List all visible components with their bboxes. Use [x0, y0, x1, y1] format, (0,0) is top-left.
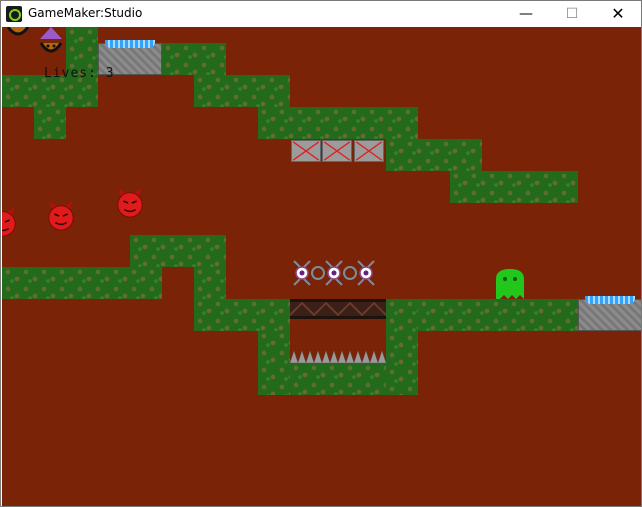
- wizard-player-icon: [39, 27, 63, 53]
- minimize-button[interactable]: —: [503, 1, 549, 27]
- grass-block: [194, 75, 290, 107]
- close-button[interactable]: ✕: [595, 1, 641, 27]
- grass-block: [386, 299, 418, 395]
- player-life-icon: [6, 27, 30, 36]
- grass-block: [2, 267, 162, 299]
- maximize-button[interactable]: ☐: [549, 1, 595, 27]
- gamemaker-app-icon: [6, 6, 22, 22]
- grass-block: [34, 107, 66, 139]
- crate-block: [291, 140, 321, 162]
- red-devil-enemy: [117, 188, 143, 218]
- game-canvas[interactable]: Lives: 3: [2, 27, 641, 506]
- close-icon: ✕: [611, 4, 625, 23]
- grass-block: [194, 267, 226, 299]
- window-title: GameMaker:Studio: [28, 6, 143, 20]
- grass-block: [258, 331, 290, 395]
- crate-x-icon: [323, 141, 351, 161]
- bridge-truss-icon: [290, 302, 386, 316]
- crate-block: [322, 140, 352, 162]
- grass-block: [130, 235, 226, 267]
- title-bar[interactable]: GameMaker:Studio — ☐ ✕: [1, 1, 641, 27]
- flying-eye-enemies: [293, 260, 375, 286]
- game-window: GameMaker:Studio — ☐ ✕ Lives: 3: [0, 0, 642, 507]
- maximize-icon: ☐: [565, 6, 579, 22]
- grass-block: [450, 171, 578, 203]
- wooden-bridge: [290, 299, 386, 319]
- grass-block: [290, 363, 386, 395]
- grass-block: [194, 299, 290, 331]
- grass-block: [386, 139, 482, 171]
- grass-block: [162, 43, 226, 75]
- crate-x-icon: [355, 141, 383, 161]
- minimize-icon: —: [519, 6, 533, 22]
- crate-block: [354, 140, 384, 162]
- green-ghost-enemy: [496, 269, 524, 299]
- grass-block: [258, 107, 418, 139]
- red-devil-enemy: [48, 201, 74, 231]
- lives-counter: Lives: 3: [44, 66, 115, 81]
- grass-block: [418, 299, 578, 331]
- spike-trap: [290, 350, 386, 363]
- spring-pad: [578, 296, 641, 331]
- crate-x-icon: [292, 141, 320, 161]
- red-devil-enemy: [2, 207, 16, 237]
